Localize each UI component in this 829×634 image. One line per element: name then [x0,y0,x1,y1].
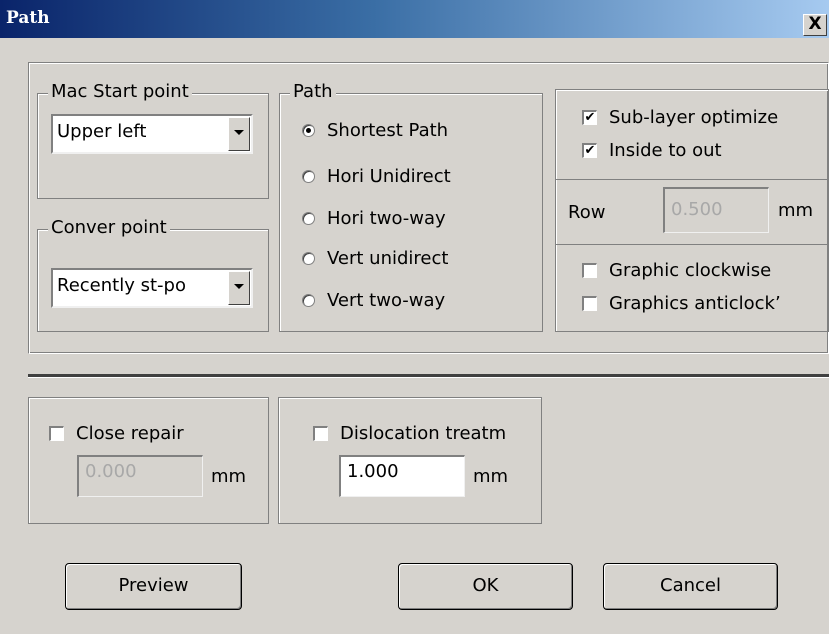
dislocation-unit: mm [473,466,509,487]
graphic-clockwise-checkbox[interactable]: Graphic clockwise [582,260,771,281]
conver-point-select[interactable]: Recently st-po [51,268,253,308]
cancel-button[interactable]: Cancel [603,563,778,610]
radio-button[interactable] [302,252,315,265]
radio-vert-two-way[interactable]: Vert two-way [302,290,445,311]
checkbox-label: Dislocation treatm [340,423,507,444]
checkbox[interactable] [582,296,597,311]
radio-shortest-path[interactable]: Shortest Path [302,120,448,141]
checkbox[interactable] [313,426,328,441]
start-point-select[interactable]: Upper left [51,114,253,154]
start-point-label: Mac Start point [48,81,192,102]
sub-layer-optimize-checkbox[interactable]: ✔ Sub-layer optimize [582,107,778,128]
path-group-label: Path [290,81,336,102]
radio-label: Shortest Path [327,120,449,141]
checkbox-label: Graphic clockwise [609,260,772,281]
checkbox-label: Sub-layer optimize [609,107,779,128]
start-point-dropdown-button[interactable] [228,117,250,151]
row-unit: mm [778,200,814,221]
radio-button[interactable] [302,294,315,307]
radio-hori-two-way[interactable]: Hori two-way [302,208,446,229]
dislocation-checkbox[interactable]: Dislocation treatm [313,423,506,444]
dislocation-input[interactable]: 1.000 [339,455,465,497]
row-label: Row [568,202,606,223]
row-input[interactable]: 0.500 [663,187,769,233]
radio-button[interactable] [302,170,315,183]
close-repair-unit: mm [211,466,247,487]
radio-label: Hori two-way [327,208,446,229]
radio-label: Vert two-way [327,290,446,311]
divider [28,374,829,378]
close-repair-input[interactable]: 0.000 [77,455,203,497]
graphics-anticlockwise-checkbox[interactable]: Graphics anticlock’ [582,293,781,314]
preview-button[interactable]: Preview [65,563,242,610]
radio-button[interactable] [302,124,315,137]
checkbox[interactable] [582,263,597,278]
conver-point-label: Conver point [48,217,170,238]
chevron-down-icon [234,284,244,289]
checkbox[interactable] [49,426,64,441]
close-repair-checkbox[interactable]: Close repair [49,423,184,444]
close-button[interactable]: X [803,14,827,36]
radio-vert-unidirect[interactable]: Vert unidirect [302,248,448,269]
checkbox-label: Inside to out [609,140,722,161]
window-title: Path [6,8,50,28]
inside-to-out-checkbox[interactable]: ✔ Inside to out [582,140,722,161]
title-bar: Path [0,0,829,38]
chevron-down-icon [234,130,244,135]
conver-point-value: Recently st-po [57,275,186,296]
radio-label: Vert unidirect [327,248,449,269]
checkbox[interactable]: ✔ [582,143,597,158]
checkbox-label: Close repair [76,423,184,444]
checkbox-label: Graphics anticlock’ [609,293,781,314]
start-point-value: Upper left [57,121,147,142]
radio-label: Hori Unidirect [327,166,451,187]
radio-button[interactable] [302,212,315,225]
ok-button[interactable]: OK [398,563,573,610]
conver-point-dropdown-button[interactable] [228,271,250,305]
radio-hori-unidirect[interactable]: Hori Unidirect [302,166,451,187]
checkbox[interactable]: ✔ [582,110,597,125]
